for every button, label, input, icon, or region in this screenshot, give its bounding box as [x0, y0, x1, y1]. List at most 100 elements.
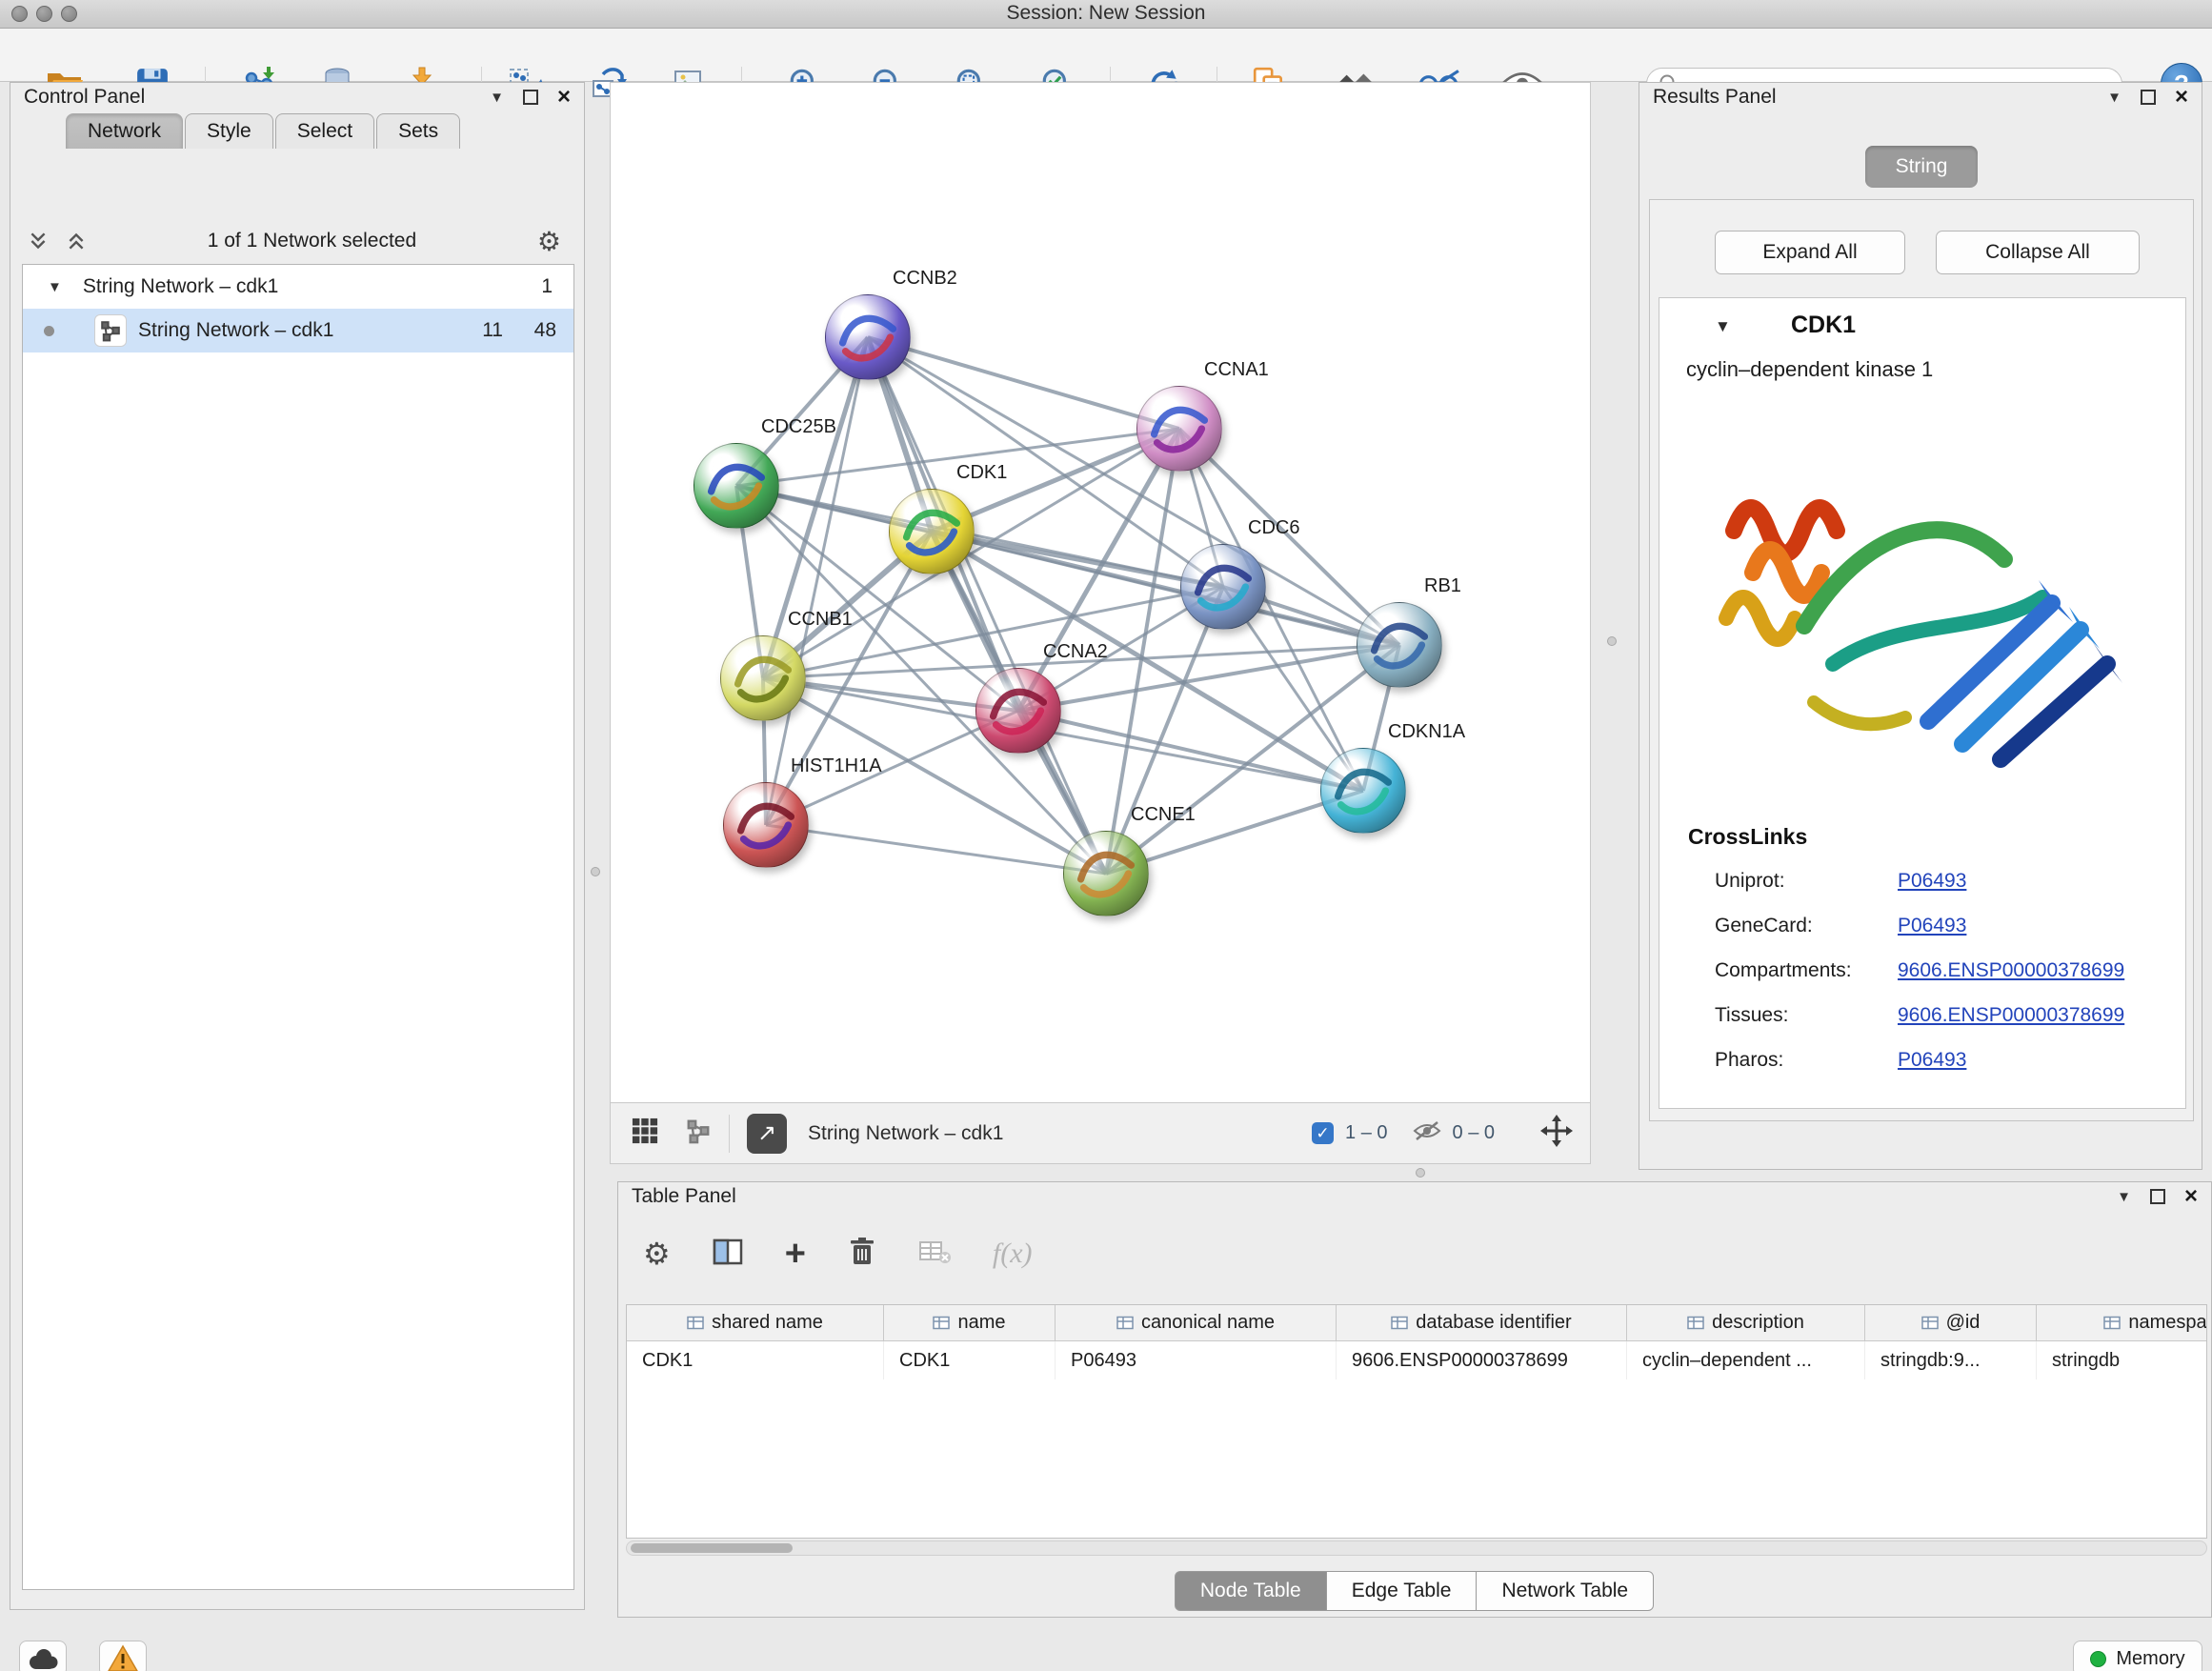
table-cell: stringdb:9...	[1865, 1341, 2037, 1379]
tab-edge-table[interactable]: Edge Table	[1326, 1571, 1478, 1611]
float-panel-icon[interactable]	[2141, 90, 2156, 105]
network-node-HIST1H1A[interactable]	[723, 782, 809, 868]
close-panel-icon[interactable]: ×	[2184, 1185, 2198, 1208]
memory-status-button[interactable]: Memory	[2073, 1641, 2202, 1671]
network-node-CCNE1[interactable]	[1063, 831, 1149, 916]
network-selection-row: 1 of 1 Network selected ⚙	[10, 222, 584, 260]
tree-expand-caret-icon[interactable]: ▼	[48, 279, 62, 295]
network-node-CDC6[interactable]	[1180, 544, 1266, 630]
memory-label: Memory	[2116, 1648, 2184, 1670]
tab-select[interactable]: Select	[275, 113, 374, 149]
tab-sets[interactable]: Sets	[376, 113, 460, 149]
close-panel-icon[interactable]: ×	[557, 86, 571, 109]
tab-network[interactable]: Network	[66, 113, 183, 149]
network-node-CCNB2[interactable]	[825, 294, 911, 380]
hidden-eye-slash-icon[interactable]	[1413, 1119, 1441, 1147]
edge-HIST1H1A-CCNE1[interactable]	[766, 825, 1106, 874]
warnings-status-button[interactable]	[99, 1641, 147, 1671]
node-label-CCNA1: CCNA1	[1204, 359, 1269, 381]
results-tab-string[interactable]: String	[1865, 146, 1978, 188]
tab-network-table[interactable]: Network Table	[1476, 1571, 1654, 1611]
network-node-CCNA1[interactable]	[1136, 386, 1222, 472]
crosslink-link[interactable]: 9606.ENSP00000378699	[1898, 1004, 2124, 1027]
selected-checkbox-icon[interactable]: ✓	[1312, 1122, 1334, 1144]
vertical-splitter-handle[interactable]	[1607, 636, 1617, 646]
delete-column-trash-icon[interactable]	[848, 1237, 876, 1272]
panel-menu-caret-icon[interactable]: ▼	[2117, 1189, 2131, 1205]
network-view-title: String Network – cdk1	[808, 1122, 1003, 1145]
pan-move-icon[interactable]	[1540, 1115, 1573, 1152]
window-title: Session: New Session	[0, 2, 2212, 25]
network-collection-row[interactable]: ▼ String Network – cdk1 1	[23, 265, 573, 309]
memory-ok-indicator	[2090, 1651, 2106, 1667]
node-label-CDKN1A: CDKN1A	[1388, 721, 1465, 743]
network-node-CCNB1[interactable]	[720, 635, 806, 721]
crosslink-link[interactable]: P06493	[1898, 1049, 1966, 1072]
network-node-CCNA2[interactable]	[975, 668, 1061, 754]
table-cell: 9606.ENSP00000378699	[1337, 1341, 1627, 1379]
table-options-gear-icon[interactable]: ⚙	[643, 1236, 671, 1272]
expand-all-chevron-icon[interactable]	[66, 231, 87, 252]
network-node-CDC25B[interactable]	[694, 443, 779, 529]
column-header-database-identifier[interactable]: database identifier	[1337, 1305, 1627, 1340]
column-header-canonical-name[interactable]: canonical name	[1056, 1305, 1337, 1340]
table-horizontal-scrollbar[interactable]	[626, 1540, 2207, 1556]
column-header-name[interactable]: name	[884, 1305, 1056, 1340]
column-header-namespac[interactable]: namespac	[2037, 1305, 2207, 1340]
gene-collapse-caret-icon[interactable]: ▼	[1715, 317, 1731, 336]
edge-CCNB2-CCNA1[interactable]	[868, 337, 1179, 429]
collapse-all-chevron-icon[interactable]	[28, 231, 49, 252]
table-tabs: Node TableEdge TableNetwork Table	[618, 1571, 2211, 1611]
control-panel-title: Control Panel	[24, 86, 145, 109]
crosslink-label: Tissues:	[1715, 1004, 1788, 1027]
edge-CCNA2-CDKN1A[interactable]	[1018, 711, 1363, 791]
scrollbar-thumb[interactable]	[631, 1543, 793, 1553]
show-columns-icon[interactable]	[713, 1238, 743, 1270]
network-row-selected[interactable]: String Network – cdk1 11 48	[23, 309, 573, 352]
panel-menu-caret-icon[interactable]: ▼	[2107, 90, 2122, 106]
birds-eye-grid-icon[interactable]	[632, 1117, 658, 1149]
column-header-shared-name[interactable]: shared name	[627, 1305, 884, 1340]
float-panel-icon[interactable]	[523, 90, 538, 105]
close-panel-icon[interactable]: ×	[2175, 86, 2188, 109]
node-label-CDK1: CDK1	[956, 462, 1007, 484]
crosslink-row: Pharos:P06493	[1659, 1041, 2185, 1086]
tab-style[interactable]: Style	[185, 113, 273, 149]
vertical-splitter-handle[interactable]	[591, 867, 600, 876]
network-node-RB1[interactable]	[1357, 602, 1442, 688]
column-header-description[interactable]: description	[1627, 1305, 1865, 1340]
network-node-CDK1[interactable]	[889, 489, 975, 574]
network-share-icon[interactable]	[685, 1117, 712, 1149]
column-header--id[interactable]: @id	[1865, 1305, 2037, 1340]
panel-menu-caret-icon[interactable]: ▼	[490, 90, 504, 106]
crosslink-row: Compartments:9606.ENSP00000378699	[1659, 952, 2185, 997]
network-node-CDKN1A[interactable]	[1320, 748, 1406, 834]
network-canvas[interactable]: CCNB2CCNA1CDC25BCDK1CDC6RB1CCNB1CCNA2CDK…	[610, 82, 1591, 1103]
cloud-status-button[interactable]	[19, 1641, 67, 1671]
edge-CCNB2-HIST1H1A[interactable]	[766, 337, 868, 825]
expand-all-button[interactable]: Expand All	[1715, 231, 1905, 274]
table-row[interactable]: CDK1CDK1P064939606.ENSP00000378699cyclin…	[627, 1341, 2206, 1379]
crosslink-link[interactable]: 9606.ENSP00000378699	[1898, 959, 2124, 982]
function-builder-fx-icon: f(x)	[993, 1238, 1033, 1270]
edge-CDK1-RB1[interactable]	[932, 532, 1399, 645]
collection-name: String Network – cdk1	[83, 275, 278, 298]
horizontal-splitter-handle[interactable]	[1416, 1168, 1425, 1178]
collapse-all-button[interactable]: Collapse All	[1936, 231, 2140, 274]
network-options-gear-icon[interactable]: ⚙	[537, 226, 561, 257]
open-in-new-window-button[interactable]: ↗	[747, 1114, 787, 1154]
edge-CDC6-CCNE1[interactable]	[1106, 587, 1223, 874]
hidden-node-edge-counter: 0 – 0	[1453, 1122, 1495, 1144]
tab-node-table[interactable]: Node Table	[1175, 1571, 1327, 1611]
table-cell: cyclin–dependent ...	[1627, 1341, 1865, 1379]
gene-symbol: CDK1	[1791, 312, 1856, 339]
table-body: CDK1CDK1P064939606.ENSP00000378699cyclin…	[627, 1341, 2206, 1379]
add-column-plus-icon[interactable]: +	[785, 1236, 806, 1272]
table-cell: CDK1	[627, 1341, 884, 1379]
crosslink-link[interactable]: P06493	[1898, 915, 1966, 937]
edge-count: 48	[534, 319, 556, 342]
float-panel-icon[interactable]	[2150, 1189, 2165, 1204]
results-panel-title: Results Panel	[1653, 86, 1777, 109]
crosslink-link[interactable]: P06493	[1898, 870, 1966, 893]
edge-CCNB2-CCNE1[interactable]	[868, 337, 1106, 874]
